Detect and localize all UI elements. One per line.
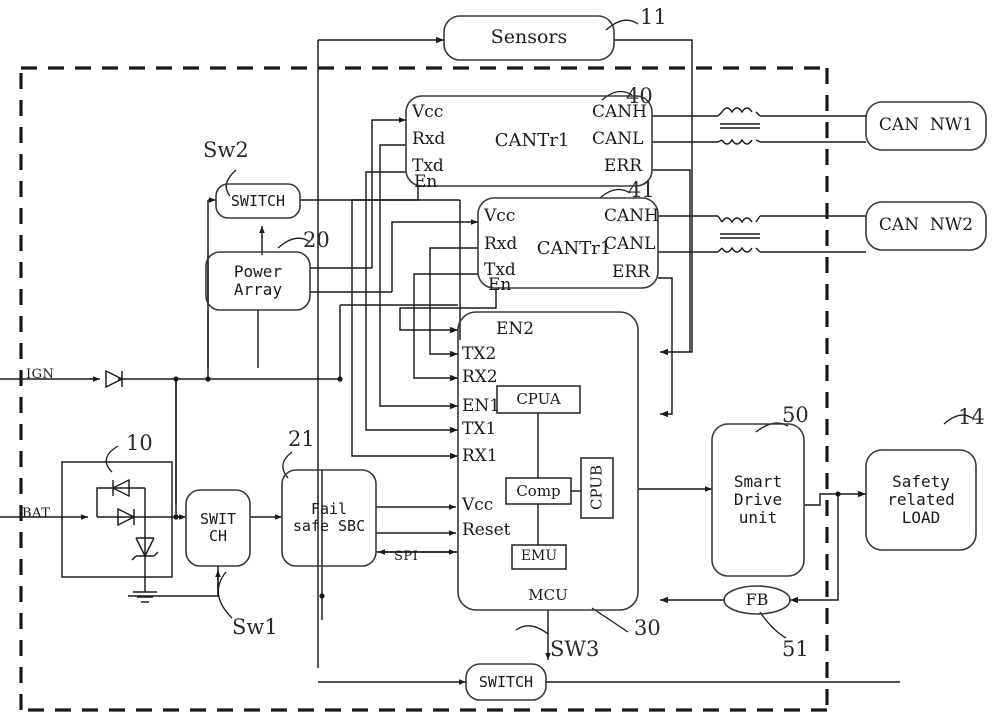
mcu-cpub-label: CPUB	[587, 465, 606, 511]
mcu-pin-tx2: TX2	[462, 344, 497, 364]
diagram-canvas: Sensors 11 10 IGN BAT SWITCH Sw2 Power A…	[0, 0, 1000, 717]
diagram-wiring	[0, 15, 987, 712]
ref-sensors: 11	[640, 5, 667, 29]
cantr1-a-pin-canl: CANL	[592, 129, 644, 149]
bat-signal-label: BAT	[22, 506, 51, 521]
ref-safety-load: 14	[958, 405, 985, 429]
mcu-pin-rx1: RX1	[462, 446, 498, 466]
mcu-cpua-label: CPUA	[516, 390, 561, 409]
can-nw2-label: CAN NW2	[878, 215, 974, 236]
cantr1-b-pin-err: ERR	[612, 262, 651, 282]
safety-load-label: Safety related LOAD	[887, 472, 955, 527]
cantr1-b-pin-canl: CANL	[604, 234, 656, 254]
ref-smart-drive: 50	[782, 403, 809, 427]
feedback-label: FB	[745, 590, 769, 610]
mcu-emu-label: EMU	[520, 548, 558, 565]
cantr1-a-label: CANTr1	[494, 129, 570, 151]
switch-sw2-label[interactable]: SWITCH	[216, 184, 300, 218]
sensors-block-label: Sensors	[490, 26, 568, 49]
ref-mcu: 30	[634, 616, 661, 640]
cantr1-b-pin-en: En	[488, 275, 512, 295]
ref-protection: 10	[126, 431, 153, 455]
spi-bus-label: SPI	[394, 549, 419, 564]
can-nw1-label: CAN NW1	[878, 115, 974, 136]
cantr1-a-pin-err: ERR	[604, 156, 643, 176]
cantr1-a-pin-en: En	[414, 172, 438, 192]
cantr1-b-pin-vcc: Vcc	[484, 206, 516, 226]
switch-sw3-label[interactable]: SWITCH	[466, 664, 546, 700]
mcu-pin-en1: EN1	[462, 396, 501, 416]
mcu-comp-label: Comp	[516, 481, 561, 500]
ign-signal-label: IGN	[26, 367, 55, 382]
power-array-label: Power Array	[233, 262, 283, 299]
failsafe-sbc-label: Fail safe SBC	[292, 500, 366, 535]
mcu-pin-rx2: RX2	[462, 367, 498, 387]
mcu-block-label: MCU	[528, 585, 568, 604]
ref-feedback: 51	[782, 637, 809, 661]
ref-cantr1-a: 40	[626, 84, 653, 108]
mcu-pin-reset: Reset	[462, 520, 511, 540]
mcu-pin-en2: EN2	[496, 319, 535, 339]
ref-failsafe-sbc: 21	[288, 427, 315, 451]
smart-drive-unit-label: Smart Drive unit	[733, 472, 783, 527]
ref-sw3: SW3	[550, 637, 600, 661]
cantr1-a-pin-vcc: Vcc	[412, 102, 444, 122]
ref-power-array: 20	[303, 228, 330, 252]
ref-cantr1-b: 41	[628, 178, 655, 202]
mcu-pin-tx1: TX1	[462, 419, 497, 439]
cantr1-b-pin-canh: CANH	[604, 206, 659, 226]
ref-sw2: Sw2	[203, 138, 249, 162]
cantr1-b-pin-rxd: Rxd	[484, 234, 518, 254]
switch-sw1-label[interactable]: SWIT CH	[186, 490, 250, 566]
cantr1-a-pin-rxd: Rxd	[412, 129, 446, 149]
mcu-pin-vcc: Vcc	[462, 495, 494, 515]
ref-sw1: Sw1	[232, 615, 278, 639]
